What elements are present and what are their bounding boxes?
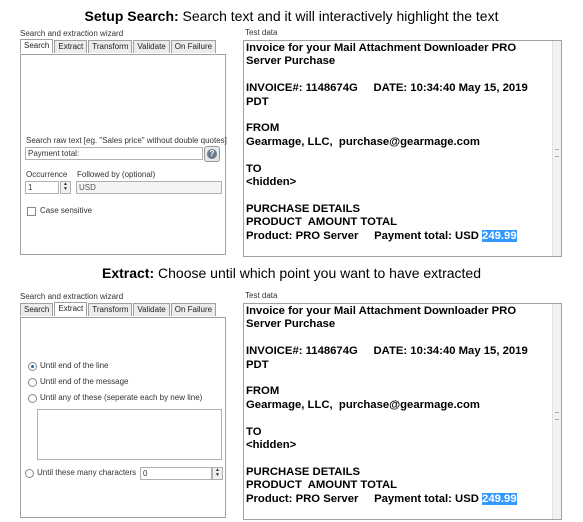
tab-transform[interactable]: Transform bbox=[88, 40, 133, 53]
wizard-extract: Search and extraction wizard Search Extr… bbox=[18, 290, 226, 518]
caption-extract-bold: Extract: bbox=[101, 265, 155, 281]
scrollbar-grip[interactable] bbox=[555, 411, 559, 420]
help-button[interactable]: ? bbox=[204, 146, 220, 162]
highlighted-value: 249.99 bbox=[482, 229, 517, 242]
test-data-content: Invoice for your Mail Attachment Downloa… bbox=[246, 305, 528, 505]
test-data-title: Test data bbox=[245, 28, 278, 37]
followed-by-input[interactable]: USD bbox=[76, 181, 222, 194]
test-data-content: Invoice for your Mail Attachment Downloa… bbox=[246, 42, 528, 242]
caption-setup-search: Setup Search: Search text and it will in… bbox=[0, 8, 583, 24]
test-data-extract: Test data Invoice for your Mail Attachme… bbox=[241, 290, 562, 520]
extract-tab-page: Until end of the line Until end of the m… bbox=[20, 317, 226, 518]
scrollbar-grip[interactable] bbox=[555, 148, 559, 157]
tab-search[interactable]: Search bbox=[20, 303, 54, 316]
extract-panel: Search and extraction wizard Search Extr… bbox=[0, 290, 583, 522]
tab-transform[interactable]: Transform bbox=[88, 303, 133, 316]
tab-search[interactable]: Search bbox=[20, 39, 54, 53]
tab-extract[interactable]: Extract bbox=[54, 40, 88, 53]
occurrence-label: Occurrence bbox=[26, 170, 68, 179]
chars-count-input[interactable]: 0 bbox=[140, 467, 212, 480]
test-data-scrollbar[interactable] bbox=[552, 41, 561, 256]
wizard-tabs: Search Extract Transform Validate On Fai… bbox=[20, 302, 217, 317]
option-chars-label: Until these many characters bbox=[37, 468, 137, 477]
tab-validate[interactable]: Validate bbox=[133, 40, 170, 53]
tab-on-failure[interactable]: On Failure bbox=[170, 303, 217, 316]
chars-count-stepper[interactable]: ▲ ▼ bbox=[212, 467, 223, 480]
test-data-text: Invoice for your Mail Attachment Downloa… bbox=[246, 42, 546, 243]
occurrence-input[interactable]: 1 bbox=[25, 181, 59, 194]
test-data-search: Test data Invoice for your Mail Attachme… bbox=[241, 27, 562, 257]
wizard-title: Search and extraction wizard bbox=[20, 29, 124, 38]
radio-any-of-these[interactable] bbox=[28, 394, 37, 403]
option-any-of-these-label: Until any of these (seperate each by new… bbox=[40, 393, 203, 402]
tab-extract[interactable]: Extract bbox=[54, 302, 88, 316]
caption-extract-text: Choose until which point you want to hav… bbox=[154, 265, 481, 281]
test-data-text: Invoice for your Mail Attachment Downloa… bbox=[246, 305, 546, 506]
radio-end-of-line[interactable] bbox=[28, 362, 37, 371]
test-data-box[interactable]: Invoice for your Mail Attachment Downloa… bbox=[243, 303, 562, 520]
any-of-these-textarea[interactable] bbox=[37, 409, 222, 460]
wizard-title: Search and extraction wizard bbox=[20, 292, 124, 301]
search-raw-text-input[interactable]: Payment total: bbox=[25, 147, 203, 160]
search-tab-page: Search raw text [eg. "Sales price" witho… bbox=[20, 54, 227, 255]
search-panel: Search and extraction wizard Search Extr… bbox=[0, 27, 583, 259]
radio-chars[interactable] bbox=[25, 469, 34, 478]
wizard-tabs: Search Extract Transform Validate On Fai… bbox=[20, 39, 217, 54]
radio-end-of-message[interactable] bbox=[28, 378, 37, 387]
case-sensitive-label: Case sensitive bbox=[40, 206, 93, 215]
tab-validate[interactable]: Validate bbox=[133, 303, 170, 316]
test-data-title: Test data bbox=[245, 291, 278, 300]
highlighted-value: 249.99 bbox=[482, 492, 517, 505]
case-sensitive-checkbox[interactable] bbox=[27, 207, 36, 216]
option-end-of-message-label: Until end of the message bbox=[40, 377, 129, 386]
followed-by-label: Followed by (optional) bbox=[77, 170, 156, 179]
caption-setup-search-text: Search text and it will interactively hi… bbox=[178, 8, 499, 24]
caption-setup-search-bold: Setup Search: bbox=[84, 8, 179, 24]
search-raw-text-label: Search raw text [eg. "Sales price" witho… bbox=[26, 136, 227, 145]
wizard-search: Search and extraction wizard Search Extr… bbox=[18, 27, 227, 255]
tab-on-failure[interactable]: On Failure bbox=[170, 40, 217, 53]
caption-extract: Extract: Choose until which point you wa… bbox=[0, 265, 583, 281]
test-data-box[interactable]: Invoice for your Mail Attachment Downloa… bbox=[243, 40, 562, 257]
test-data-scrollbar[interactable] bbox=[552, 304, 561, 519]
option-end-of-line-label: Until end of the line bbox=[40, 361, 109, 370]
occurrence-stepper[interactable]: ▲ ▼ bbox=[60, 181, 71, 194]
help-icon: ? bbox=[207, 149, 217, 159]
